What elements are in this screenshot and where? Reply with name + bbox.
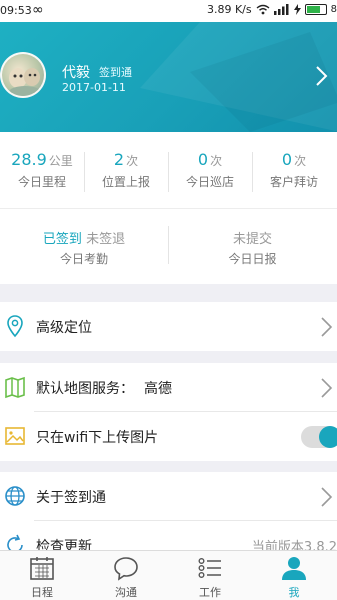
toggle-knob [319,426,337,448]
app-tag: 签到通 [99,66,132,79]
attendance-summary[interactable]: 已签到 未签退 今日考勤 [0,228,168,267]
stat-unit: 次 [210,154,223,168]
stats-panel: 28.9 公里 今日里程 2次 位置上报 0次 今日巡店 0次 客户拜访 已签到 … [0,132,337,284]
person-icon [282,557,306,580]
profile-header[interactable]: 代毅 签到通 2017-01-11 [0,22,337,132]
infinity-icon: ∞ [32,2,44,18]
stat-label: 客户拜访 [269,175,318,189]
divider [0,208,337,209]
tab-label: 沟通 [115,586,137,599]
daily-report-summary[interactable]: 未提交 今日日报 [168,228,337,267]
battery-icon [304,4,327,15]
menu-label: 关于签到通 [36,490,106,506]
chevron-right-icon [321,317,333,337]
stat-customer-visit[interactable]: 0次 客户拜访 [252,150,336,190]
stat-label: 今日巡店 [185,175,234,189]
location-pin-icon [7,315,23,338]
calendar-icon [30,557,54,580]
map-service-label: 默认地图服务： [36,381,134,397]
stat-store-patrol[interactable]: 0次 今日巡店 [168,150,252,190]
tab-label: 我 [288,586,300,599]
tab-schedule[interactable]: 日程 [0,551,84,600]
network-speed: 3.89 K/s [206,3,252,16]
tab-communication[interactable]: 沟通 [84,551,168,600]
report-label: 今日日报 [228,252,277,266]
battery-level: 8 [330,4,337,15]
menu-item-wifi-upload: 只在wifi下上传图片 [0,412,337,461]
signal-icon [273,4,289,15]
menu-label: 默认地图服务： 高德 [36,378,172,398]
chevron-right-icon [321,487,333,507]
menu-label: 只在wifi下上传图片 [36,430,159,446]
bottom-tab-bar: 日程 沟通 工作 我 [0,550,337,600]
stat-unit: 公里 [48,154,73,168]
stat-value: 0 [197,150,209,169]
menu-item-location[interactable]: 高级定位 [0,302,337,351]
stat-value: 0 [281,150,293,169]
profile-date: 2017-01-11 [62,81,126,94]
avatar[interactable] [0,52,46,98]
tab-label: 日程 [31,586,53,599]
menu-label: 高级定位 [36,320,92,336]
stat-value: 28.9 [11,150,47,169]
username: 代毅 [62,65,90,81]
stat-mileage[interactable]: 28.9 公里 今日里程 [0,150,84,190]
chat-bubble-icon [114,557,138,581]
charging-icon [293,4,301,15]
wifi-icon [256,4,270,15]
stat-label: 位置上报 [101,175,150,189]
attendance-label: 今日考勤 [59,252,108,266]
map-icon [5,376,25,399]
signed-in-status: 已签到 [42,232,82,247]
status-right: 3.89 K/s 8 [207,3,337,16]
stat-unit: 次 [294,154,307,168]
list-icon [198,558,221,579]
signed-out-status: 未签退 [86,232,126,247]
tab-label: 工作 [199,586,221,599]
tab-work[interactable]: 工作 [168,551,252,600]
stat-label: 今日里程 [17,175,66,189]
stat-location-report[interactable]: 2次 位置上报 [84,150,168,190]
tab-me[interactable]: 我 [252,551,336,600]
menu-item-about[interactable]: 关于签到通 [0,472,337,521]
status-bar: 09:53 ∞ 3.89 K/s 8 [0,0,337,22]
image-icon [5,427,25,445]
menu-item-map-service[interactable]: 默认地图服务： 高德 [0,363,337,412]
stat-value: 2 [113,150,125,169]
wifi-upload-toggle[interactable] [301,426,337,448]
chevron-right-icon [321,378,333,398]
chevron-right-icon[interactable] [312,65,332,87]
map-service-value: 高德 [144,381,172,397]
stat-unit: 次 [126,154,139,168]
globe-icon [5,486,25,506]
report-status: 未提交 [232,232,272,247]
status-time: 09:53 [0,4,32,17]
